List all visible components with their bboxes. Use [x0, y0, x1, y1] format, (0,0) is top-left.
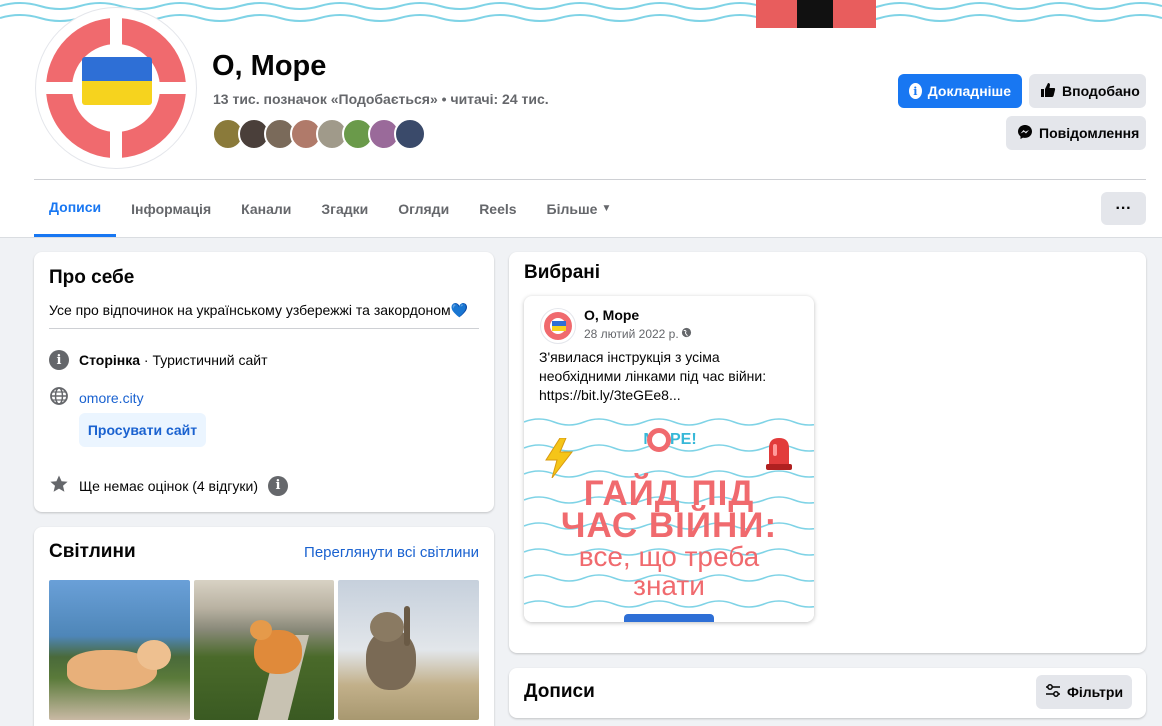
- tab-label: Згадки: [321, 200, 369, 217]
- info-icon[interactable]: i: [267, 475, 288, 496]
- rating-text: Ще немає оцінок (4 відгуки): [79, 477, 258, 494]
- tab-label: Більше: [546, 200, 598, 217]
- photos-title: Світлини: [49, 541, 136, 562]
- page-tabs: Дописи Інформація Канали Згадки Огляди R…: [34, 180, 626, 237]
- tab-reels[interactable]: Reels: [464, 180, 531, 237]
- headline-line-2: ЧАС ВІЙНИ:: [560, 506, 778, 545]
- tab-channels[interactable]: Канали: [226, 180, 306, 237]
- category-row: i Сторінка · Туристичний сайт: [49, 350, 268, 370]
- avatar[interactable]: [394, 118, 426, 150]
- see-all-photos-link[interactable]: Переглянути всі світлини: [304, 544, 479, 561]
- about-title: Про себе: [49, 267, 135, 288]
- message-button[interactable]: Повідомлення: [1006, 116, 1146, 150]
- post-text: З'явилася інструкція з усіма необхідними…: [539, 349, 767, 403]
- info-icon: i: [49, 350, 69, 370]
- filters-button[interactable]: Фільтри: [1036, 675, 1132, 709]
- cover-photo[interactable]: [0, 0, 1162, 28]
- messenger-icon: [1017, 124, 1033, 143]
- thumbs-up-icon: [1040, 82, 1056, 101]
- friend-avatars: [212, 118, 426, 150]
- tab-posts[interactable]: Дописи: [34, 180, 117, 237]
- page-header: О, Море 13 тис. позначок «Подобається» •…: [0, 0, 1162, 238]
- blue-heart-icon: 💙: [450, 302, 469, 318]
- posts-title: Дописи: [524, 681, 595, 702]
- message-label: Повідомлення: [1039, 125, 1140, 141]
- page-stats[interactable]: 13 тис. позначок «Подобається» • читачі:…: [213, 91, 549, 107]
- photo-thumbnail[interactable]: [338, 580, 479, 720]
- caret-down-icon: ▼: [601, 203, 612, 214]
- photo-thumbnail[interactable]: [194, 580, 334, 720]
- tab-about[interactable]: Інформація: [116, 180, 226, 237]
- promote-label: Просувати сайт: [87, 422, 198, 438]
- learn-more-label: Докладніше: [927, 83, 1011, 99]
- tab-reviews[interactable]: Огляди: [383, 180, 464, 237]
- post-author[interactable]: О, Море: [584, 307, 639, 323]
- post-image[interactable]: М РЕ! ГАЙД ПІД ЧАС ВІЙНИ: все, що треба …: [524, 418, 814, 622]
- tab-mentions[interactable]: Згадки: [306, 180, 383, 237]
- post-date-row: 28 лютий 2022 р.: [584, 327, 692, 341]
- headline-line-4: знати: [633, 570, 705, 601]
- star-icon: [49, 474, 69, 497]
- globe-icon: [681, 327, 692, 341]
- tab-more[interactable]: Більше ▼: [532, 180, 627, 237]
- about-bio: Усе про відпочинок на українському узбер…: [49, 302, 468, 319]
- category-value: · Туристичний сайт: [140, 352, 268, 368]
- category-label: Сторінка: [79, 352, 141, 368]
- filter-sliders-icon: [1045, 683, 1061, 701]
- tab-label: Огляди: [398, 200, 450, 217]
- siren-icon: [764, 434, 794, 477]
- promote-site-button[interactable]: Просувати сайт: [79, 413, 206, 447]
- page-title: О, Море: [212, 50, 327, 82]
- ukraine-flag-icon: [82, 57, 152, 105]
- divider: [49, 328, 479, 329]
- post-date[interactable]: 28 лютий 2022 р.: [584, 327, 679, 341]
- about-card: Про себе Усе про відпочинок на українськ…: [34, 252, 494, 512]
- page-avatar[interactable]: [36, 8, 196, 168]
- photo-thumbnail[interactable]: [49, 580, 190, 720]
- headline-line-3: все, що треба: [578, 541, 760, 572]
- more-options-button[interactable]: ···: [1101, 192, 1146, 225]
- bio-text: Усе про відпочинок на українському узбер…: [49, 302, 451, 318]
- liked-label: Вподобано: [1062, 83, 1140, 99]
- posts-header-card: Дописи Фільтри: [509, 668, 1146, 718]
- website-link[interactable]: omore.city: [79, 390, 144, 406]
- tab-label: Канали: [241, 200, 292, 217]
- filters-label: Фільтри: [1066, 684, 1124, 700]
- featured-post[interactable]: О, Море 28 лютий 2022 р. З'явилася інстр…: [524, 296, 814, 622]
- featured-title: Вибрані: [524, 262, 601, 283]
- tab-label: Інформація: [131, 200, 212, 217]
- photos-card: Світлини Переглянути всі світлини: [34, 527, 494, 726]
- rating-row: Ще немає оцінок (4 відгуки) i: [49, 474, 288, 497]
- liked-button[interactable]: Вподобано: [1029, 74, 1146, 108]
- learn-more-button[interactable]: i Докладніше: [898, 74, 1022, 108]
- brand-logo: М РЕ!: [630, 427, 710, 453]
- website-row: omore.city: [49, 386, 144, 409]
- post-author-avatar[interactable]: [540, 308, 576, 344]
- tab-label: Дописи: [49, 199, 102, 215]
- globe-icon: [49, 386, 69, 409]
- info-icon: i: [909, 83, 922, 99]
- tab-label: Reels: [479, 200, 517, 217]
